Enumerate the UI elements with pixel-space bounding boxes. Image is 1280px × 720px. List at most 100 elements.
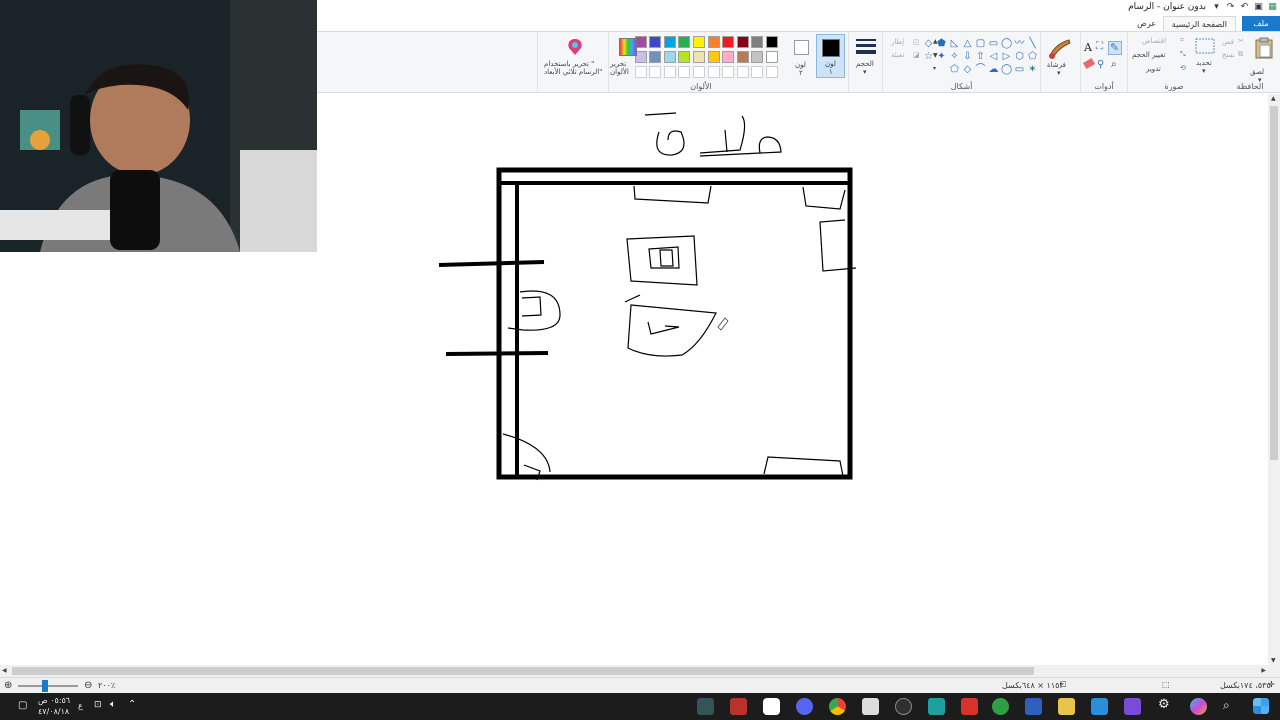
zoom-in-icon[interactable]: ⊕ — [4, 680, 12, 691]
app-taskbar-icon[interactable] — [928, 698, 945, 715]
shape-option-icon[interactable]: ✧ — [949, 51, 960, 62]
custom-color-swatch[interactable] — [722, 66, 735, 78]
zoom-out-icon[interactable]: ⊖ — [84, 680, 92, 691]
zoom-slider[interactable] — [18, 685, 78, 687]
color-swatch[interactable] — [751, 36, 764, 48]
pencil-icon[interactable]: ✎ — [1110, 41, 1119, 54]
color-swatch[interactable] — [663, 36, 676, 48]
shape-option-icon[interactable]: ⬠ — [1027, 51, 1038, 62]
shape-option-icon[interactable]: ▷ — [1001, 51, 1012, 62]
scroll-down-icon[interactable]: ▼ — [1271, 657, 1276, 664]
color-swatch[interactable] — [693, 51, 705, 63]
resize-button[interactable]: تغيير الحجم — [1132, 51, 1165, 59]
app2-taskbar-icon[interactable] — [1124, 698, 1141, 715]
scroll-up-icon[interactable]: ▲ — [1271, 95, 1276, 102]
zoom-slider-thumb[interactable] — [42, 680, 48, 692]
brushes-dropdown-icon[interactable]: ▾ — [1057, 69, 1061, 77]
shape-option-icon[interactable]: ▭ — [1014, 64, 1025, 75]
paint3d-line2[interactable]: الرسام ثلاثي الأبعاد" — [544, 68, 602, 76]
vertical-scrollbar[interactable]: ▲ ▼ — [1268, 94, 1280, 665]
custom-color-swatch[interactable] — [736, 66, 749, 78]
color-swatch[interactable] — [649, 51, 662, 63]
magnifier-icon[interactable]: ⌕ — [1111, 59, 1117, 70]
color-swatch[interactable] — [736, 36, 749, 48]
shape-option-icon[interactable]: 〰 — [1014, 38, 1025, 49]
tab-home[interactable]: الصفحة الرئيسية — [1162, 16, 1236, 31]
horizontal-scrollbar[interactable]: ◀ ▶ — [0, 665, 1280, 677]
color-swatch[interactable] — [722, 51, 735, 63]
copilot-taskbar-icon[interactable] — [1190, 698, 1207, 715]
clock-time[interactable]: ٠٥:٥٦ ص — [38, 696, 70, 705]
shape-option-icon[interactable]: ╲ — [1027, 38, 1038, 49]
custom-color-swatch[interactable] — [751, 66, 764, 78]
shape-option-icon[interactable]: △ — [962, 38, 973, 49]
color-swatch[interactable] — [766, 51, 778, 63]
brushes-button[interactable]: فرشاة — [1047, 61, 1066, 69]
color-swatch[interactable] — [707, 51, 720, 63]
shapes-scroll-up-icon[interactable]: ▲ — [933, 38, 938, 45]
vivaldi-taskbar-icon[interactable] — [961, 698, 978, 715]
shape-option-icon[interactable]: ▢ — [975, 38, 986, 49]
cut-button[interactable]: قص — [1222, 38, 1234, 46]
shape-option-icon[interactable]: ⇩ — [962, 51, 973, 62]
shape-option-icon[interactable]: ⬡ — [1014, 51, 1025, 62]
volume-icon[interactable]: 🔈︎ — [110, 699, 116, 710]
discord-taskbar-icon[interactable] — [796, 698, 813, 715]
shape-fill-button[interactable]: تعبئة — [891, 51, 904, 59]
color-swatch[interactable] — [707, 36, 720, 48]
size-button[interactable]: الحجم — [856, 60, 874, 68]
color-swatch[interactable] — [693, 36, 705, 48]
edit-colors-line2[interactable]: الألوان — [610, 68, 629, 76]
shape-option-icon[interactable]: ◯ — [1001, 64, 1012, 75]
shape-option-icon[interactable]: ◯ — [1001, 38, 1012, 49]
brush-icon[interactable] — [1047, 37, 1073, 59]
store-taskbar-icon[interactable] — [862, 698, 879, 715]
color-picker-icon[interactable]: ⚲ — [1097, 59, 1104, 70]
custom-color-swatch[interactable] — [649, 66, 662, 78]
size-dropdown-icon[interactable]: ▾ — [863, 68, 867, 76]
search-taskbar-icon[interactable]: ⌕ — [1223, 698, 1230, 713]
scroll-right-icon[interactable]: ▶ — [1261, 667, 1266, 674]
edit-colors-line1[interactable]: تحرير — [610, 60, 626, 68]
undo-icon[interactable]: ↶ — [1239, 2, 1250, 13]
color-wheel-icon[interactable] — [619, 38, 637, 56]
horizontal-scroll-thumb[interactable] — [12, 667, 1034, 675]
color-swatch[interactable] — [722, 36, 735, 48]
tab-file[interactable]: ملف — [1242, 16, 1280, 31]
custom-color-swatch[interactable] — [693, 66, 705, 78]
show-hidden-icons-icon[interactable]: ⌃ — [128, 699, 136, 710]
color-swatch[interactable] — [678, 51, 691, 63]
rotate-button[interactable]: تدوير — [1146, 65, 1161, 73]
shape-outline-button[interactable]: إطار — [891, 38, 904, 46]
fill-bucket-icon[interactable]: ⛶ — [1096, 41, 1103, 52]
shape-option-icon[interactable]: ◁ — [988, 51, 999, 62]
outlook-taskbar-icon[interactable] — [1025, 698, 1042, 715]
shape-option-icon[interactable]: ▭ — [988, 38, 999, 49]
color2-selector[interactable]: لون ٢ — [789, 34, 815, 78]
tab-view[interactable]: عرض — [1129, 16, 1164, 31]
winrar-taskbar-icon[interactable] — [730, 698, 747, 715]
quick-access-dropdown-icon[interactable]: ▾ — [1211, 2, 1222, 13]
custom-color-swatch[interactable] — [766, 66, 778, 78]
select-icon[interactable] — [1195, 38, 1215, 54]
eraser-icon[interactable] — [1082, 57, 1096, 70]
color-swatch[interactable] — [663, 51, 676, 63]
notifications-icon[interactable]: ▢ — [18, 700, 27, 711]
shapes-scroll-down-icon[interactable]: ▼ — [933, 52, 938, 59]
redo-icon[interactable]: ↷ — [1225, 2, 1236, 13]
custom-color-swatch[interactable] — [678, 66, 691, 78]
shape-option-icon[interactable]: ⇧ — [975, 51, 986, 62]
color-swatch[interactable] — [736, 51, 749, 63]
color-swatch[interactable] — [649, 36, 662, 48]
edge-taskbar-icon[interactable] — [1091, 698, 1108, 715]
color-swatch[interactable] — [678, 36, 691, 48]
xbox-taskbar-icon[interactable] — [992, 698, 1009, 715]
shape-option-icon[interactable]: ⬠ — [949, 64, 960, 75]
file-explorer-taskbar-icon[interactable] — [1058, 698, 1075, 715]
paint3d-line1[interactable]: تحرير باستخدام " — [544, 60, 594, 68]
capcut-taskbar-icon[interactable] — [763, 698, 780, 715]
start-button-icon[interactable] — [1253, 698, 1269, 714]
shape-option-icon[interactable]: ⌒ — [975, 64, 986, 75]
shape-option-icon[interactable]: ☁ — [988, 64, 999, 75]
crop-button[interactable]: اقتصاص — [1142, 37, 1166, 45]
